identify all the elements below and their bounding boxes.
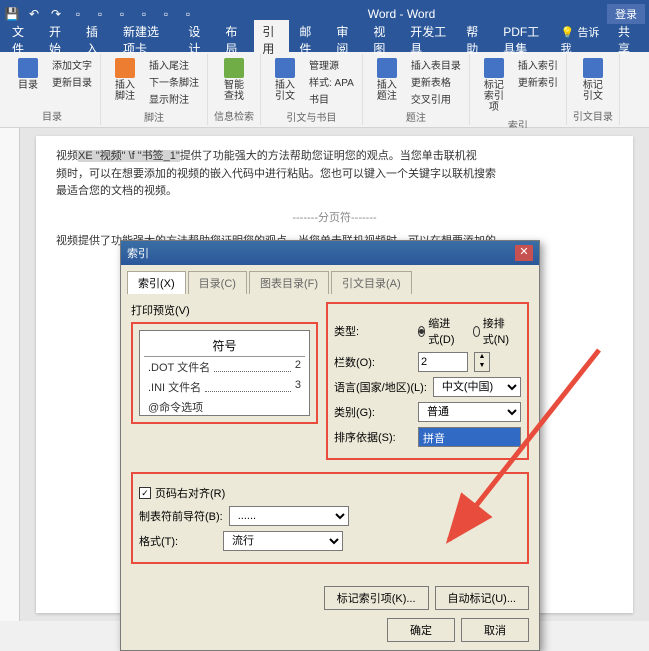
ribbon: 目录 添加文字更新目录 目录 插入脚注 插入尾注下一条脚注显示附注 脚注 智能查…: [0, 52, 649, 128]
index-dialog: 索引 ✕ 索引(X) 目录(C) 图表目录(F) 引文目录(A) 打印预览(V)…: [120, 240, 540, 651]
ribbon-group-captions: 插入题注 插入表目录更新表格交叉引用 题注: [363, 54, 470, 125]
add-text[interactable]: 添加文字: [50, 56, 94, 73]
right-align-checkbox[interactable]: ✓页码右对齐(R): [139, 485, 225, 501]
toc-button[interactable]: 目录: [10, 56, 46, 93]
columns-input[interactable]: [418, 352, 468, 372]
language-select[interactable]: 中文(中国): [433, 377, 521, 397]
ok-button[interactable]: 确定: [387, 618, 455, 642]
tab-figures[interactable]: 图表目录(F): [249, 271, 329, 294]
smart-lookup[interactable]: 智能查找: [216, 56, 252, 104]
tab-authorities[interactable]: 引文目录(A): [331, 271, 412, 294]
spin-down-icon[interactable]: ▼: [475, 362, 489, 371]
close-button[interactable]: ✕: [515, 245, 533, 261]
ribbon-group-toc: 目录 添加文字更新目录 目录: [4, 54, 101, 125]
update-toc[interactable]: 更新目录: [50, 73, 94, 90]
ribbon-group-index: 标记索引项 插入索引更新索引 索引: [470, 54, 567, 125]
dialog-tabs: 索引(X) 目录(C) 图表目录(F) 引文目录(A): [121, 265, 539, 294]
ribbon-group-citations: 插入引文 管理源样式: APA书目 引文与书目: [261, 54, 363, 125]
format-select[interactable]: 流行: [223, 531, 343, 551]
menubar: 文件 开始 插入 新建选项卡 设计 布局 引用 邮件 审阅 视图 开发工具 帮助…: [0, 28, 649, 52]
sort-select[interactable]: 拼音: [418, 427, 521, 447]
insert-caption[interactable]: 插入题注: [369, 56, 405, 104]
preview-label: 打印预览(V): [131, 302, 318, 318]
page-break: -------分页符-------: [56, 209, 613, 225]
tell-me[interactable]: 💡 告诉我: [561, 24, 600, 56]
ribbon-group-authorities: 标记引文 引文目录: [567, 54, 620, 125]
dialog-title: 索引: [127, 245, 149, 261]
leader-select[interactable]: ......: [229, 506, 349, 526]
category-select[interactable]: 普通: [418, 402, 521, 422]
radio-runin[interactable]: 接排式(N): [473, 315, 512, 347]
doc-paragraph: 视频XE "视频" \f "书签_1"提供了功能强大的方法帮助您证明您的观点。当…: [56, 148, 613, 166]
cancel-button[interactable]: 取消: [461, 618, 529, 642]
auto-mark-button[interactable]: 自动标记(U)...: [435, 586, 529, 610]
mark-index-entry[interactable]: 标记索引项: [476, 56, 512, 115]
tab-toc[interactable]: 目录(C): [188, 271, 247, 294]
vertical-ruler: [0, 128, 20, 621]
mark-entry-button[interactable]: 标记索引项(K)...: [324, 586, 429, 610]
spin-up-icon[interactable]: ▲: [475, 353, 489, 362]
dialog-titlebar[interactable]: 索引 ✕: [121, 241, 539, 265]
ribbon-group-research: 智能查找 信息检索: [208, 54, 261, 125]
insert-citation[interactable]: 插入引文: [267, 56, 303, 104]
ribbon-group-footnotes: 插入脚注 插入尾注下一条脚注显示附注 脚注: [101, 54, 208, 125]
print-preview: 符号 .DOT 文件名2 .INI 文件名3 @命令选项: [139, 330, 310, 416]
field-code: XE "视频" \f "书签_1": [78, 150, 180, 162]
tab-index[interactable]: 索引(X): [127, 271, 186, 294]
window-title: Word - Word: [196, 7, 607, 21]
mark-citation[interactable]: 标记引文: [575, 56, 611, 104]
insert-footnote[interactable]: 插入脚注: [107, 56, 143, 104]
radio-indented[interactable]: 缩进式(D): [418, 315, 457, 347]
